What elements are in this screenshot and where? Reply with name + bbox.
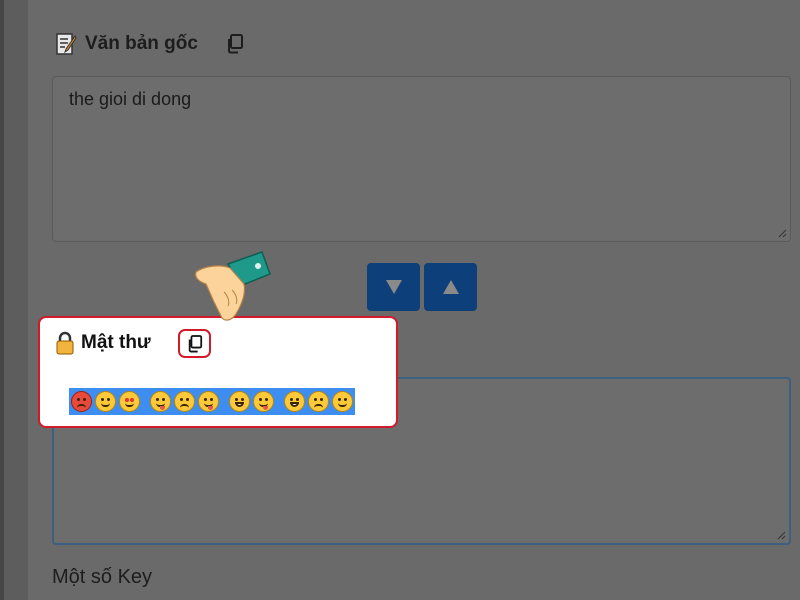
- memo-icon: [54, 32, 78, 56]
- original-text-input[interactable]: the gioi di dong: [52, 76, 791, 242]
- resize-grip-icon[interactable]: [776, 530, 786, 540]
- original-text-value: the gioi di dong: [69, 89, 192, 109]
- worried-face-icon: [308, 391, 329, 412]
- decode-up-button[interactable]: [424, 263, 477, 311]
- smiling-face-icon: [332, 391, 353, 412]
- smiling-face-with-hearts-icon: [119, 391, 140, 412]
- sidebar-edge: [0, 0, 28, 600]
- face-savoring-food-icon: [253, 391, 274, 412]
- face-savoring-food-icon: [150, 391, 171, 412]
- cipher-emoji-selection[interactable]: [69, 388, 355, 415]
- grinning-face-icon: [229, 391, 250, 412]
- cipher-title: Mật thư: [81, 332, 151, 353]
- copy-icon: [227, 34, 243, 54]
- smiling-face-icon: [95, 391, 116, 412]
- grinning-face-with-sweat-icon: [284, 391, 305, 412]
- face-savoring-food-icon: [198, 391, 219, 412]
- encode-down-button[interactable]: [367, 263, 420, 311]
- cipher-highlight-callout: Mật thư: [38, 316, 398, 428]
- original-text-header: Văn bản gốc: [54, 29, 250, 59]
- keys-heading: Một số Key: [52, 566, 153, 588]
- resize-grip-icon[interactable]: [777, 228, 787, 238]
- copy-icon: [188, 334, 202, 352]
- angry-face-icon: [71, 391, 92, 412]
- pointing-hand-icon: [195, 251, 271, 321]
- copy-original-button[interactable]: [220, 29, 250, 59]
- lock-icon: [55, 331, 75, 355]
- triangle-up-icon: [442, 280, 459, 294]
- cipher-header: Mật thư: [55, 331, 151, 355]
- copy-cipher-button[interactable]: [178, 329, 211, 358]
- original-text-title: Văn bản gốc: [85, 33, 198, 54]
- triangle-down-icon: [385, 280, 402, 294]
- worried-face-icon: [174, 391, 195, 412]
